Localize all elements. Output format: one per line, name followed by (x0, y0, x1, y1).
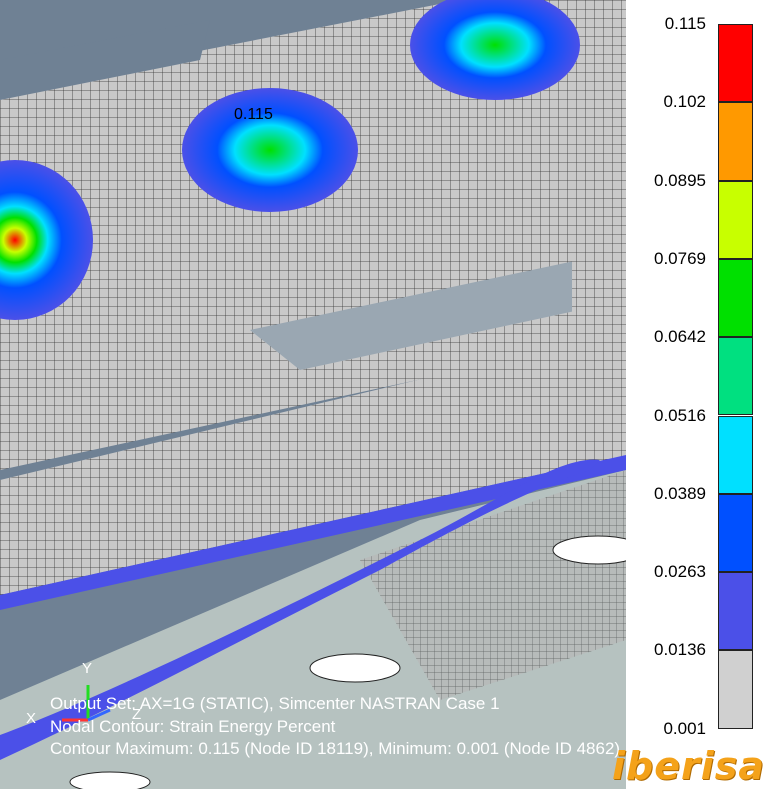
legend-value-label: 0.102 (663, 92, 706, 112)
legend-value-label: 0.115 (664, 14, 706, 33)
axis-x-label: X (26, 710, 37, 727)
contour-minmax-text: Contour Maximum: 0.115 (Node ID 18119), … (50, 739, 621, 758)
legend-color-swatch (718, 180, 753, 259)
bolt-hole (69, 771, 151, 789)
legend-color-swatch (718, 493, 753, 573)
legend-color-swatch (718, 572, 753, 651)
legend-color-swatch (718, 258, 753, 338)
legend-color-swatch (718, 102, 753, 181)
axis-y-label: Y (82, 660, 93, 677)
bolt-hole (309, 653, 401, 683)
legend-value-label: 0.0516 (654, 405, 706, 425)
legend-value-label: 0.001 (663, 718, 706, 738)
legend-value-label: 0.0895 (654, 170, 706, 190)
legend-color-swatch (718, 415, 753, 494)
legend-color-swatch (718, 24, 753, 103)
legend-value-label: 0.0769 (654, 248, 706, 268)
legend-value-label: 0.0642 (654, 327, 706, 347)
legend-value-label: 0.0136 (654, 640, 706, 660)
legend-value-label: 0.0389 (654, 483, 706, 503)
brand-logo: iberisa (612, 744, 766, 788)
legend-color-swatch (718, 650, 753, 729)
legend-color-swatch (718, 337, 753, 416)
output-set-text: Output Set: AX=1G (STATIC), Simcenter NA… (50, 694, 500, 713)
peak-value-label: 0.115 (234, 106, 273, 123)
contour-type-text: Nodal Contour: Strain Energy Percent (50, 717, 336, 736)
legend-value-label: 0.0263 (654, 562, 706, 582)
